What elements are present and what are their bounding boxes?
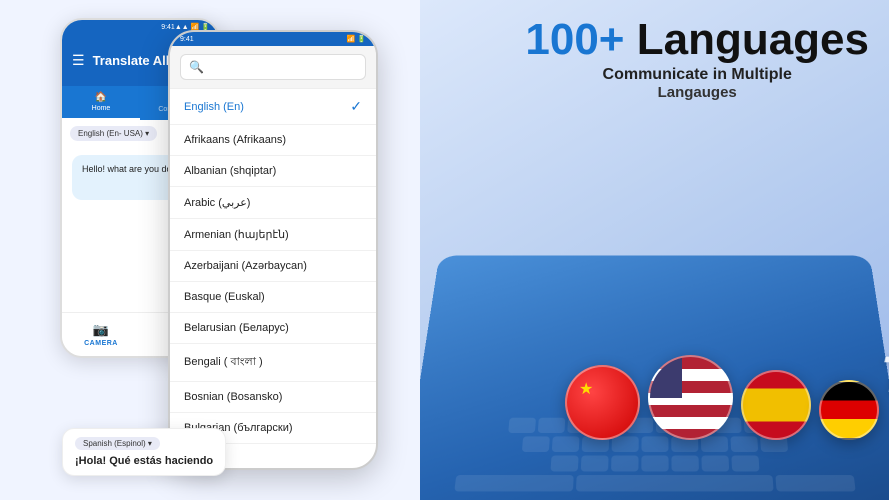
lang-name-afrikaans: Afrikaans (Afrikaans) <box>184 134 286 146</box>
translation-bubble: Spanish (Espinol) ▾ ¡Hola! Qué estás hac… <box>62 428 226 476</box>
lang-name-belarusian: Belarusian (Беларус) <box>184 322 289 334</box>
search-box[interactable]: 🔍 <box>180 54 366 80</box>
lang-select-back[interactable]: English (En- USA) ▾ <box>70 126 157 141</box>
translation-text: ¡Hola! Qué estás haciendo <box>75 455 213 467</box>
home-icon: 🏠 <box>95 92 107 103</box>
signal-front: 📶 🔋 <box>347 35 366 43</box>
translate-word: Translate <box>879 346 889 405</box>
app-title-back: Translate All <box>93 53 170 68</box>
lang-item-bosnian[interactable]: Bosnian (Bosansko) <box>170 382 376 413</box>
camera-button[interactable]: 📷 CAMERA <box>62 322 140 347</box>
lang-name-armenian: Armenian (հայերէն) <box>184 228 289 241</box>
lang-item-armenian[interactable]: Armenian (հայերէն) <box>170 219 376 251</box>
time-front: 9:41 <box>180 36 194 43</box>
translation-lang-select[interactable]: Spanish (Espinol) ▾ <box>75 437 160 450</box>
headline: 100+ Languages Communicate in Multiple L… <box>525 18 869 101</box>
lang-name-arabic: Arabic (عربي) <box>184 196 250 209</box>
headline-number: 100+ <box>525 15 624 64</box>
lang-item-azerbaijani[interactable]: Azerbaijani (Azərbaycan) <box>170 251 376 282</box>
check-icon-english: ✓ <box>350 98 362 115</box>
lang-name-bosnian: Bosnian (Bosansko) <box>184 391 282 403</box>
lang-item-english[interactable]: English (En) ✓ <box>170 89 376 125</box>
lang-item-albanian[interactable]: Albanian (shqiptar) <box>170 156 376 187</box>
headline-sub1: Communicate in Multiple <box>525 66 869 84</box>
lang-item-basque[interactable]: Basque (Euskal) <box>170 282 376 313</box>
headline-sub2: Langauges <box>525 84 869 101</box>
flag-usa <box>648 355 733 440</box>
camera-icon: 📷 <box>93 322 109 338</box>
language-list[interactable]: English (En) ✓ Afrikaans (Afrikaans) Alb… <box>170 89 376 470</box>
lang-name-bengali: Bengali ( বাংলা ) <box>184 353 263 372</box>
right-panel: Translate 100+ Languages Communicate in … <box>420 0 889 500</box>
search-area: 🔍 <box>170 46 376 89</box>
status-bar-front: 9:41 📶 🔋 <box>170 32 376 46</box>
phone-front: 9:41 📶 🔋 🔍 English (En) ✓ Afrikaans (Afr… <box>168 30 378 470</box>
lang-item-arabic[interactable]: Arabic (عربي) <box>170 187 376 219</box>
lang-name-basque: Basque (Euskal) <box>184 291 265 303</box>
flag-china <box>565 365 640 440</box>
lang-item-afrikaans[interactable]: Afrikaans (Afrikaans) <box>170 125 376 156</box>
headline-label: Languages <box>637 15 869 64</box>
time-back: 9:41 <box>161 24 175 31</box>
lang-item-bengali[interactable]: Bengali ( বাংলা ) <box>170 344 376 382</box>
flag-balls-container <box>565 355 879 440</box>
lang-name-english: English (En) <box>184 101 244 113</box>
search-icon: 🔍 <box>189 60 204 74</box>
tab-home-label: Home <box>92 105 111 112</box>
left-panel: 9:41 ▲▲ 📶 🔋 ☰ Translate All 🏠 Home 🎤 Con… <box>0 0 420 500</box>
headline-main: 100+ Languages <box>525 18 869 62</box>
flag-germany <box>819 380 879 440</box>
camera-label: CAMERA <box>84 340 118 347</box>
translation-lang-bar: Spanish (Espinol) ▾ <box>75 437 213 450</box>
lang-name-azerbaijani: Azerbaijani (Azərbaycan) <box>184 260 307 272</box>
flag-spain <box>741 370 811 440</box>
lang-name-albanian: Albanian (shqiptar) <box>184 165 276 177</box>
tab-home[interactable]: 🏠 Home <box>62 86 140 120</box>
lang-item-belarusian[interactable]: Belarusian (Беларус) <box>170 313 376 344</box>
hamburger-icon[interactable]: ☰ <box>72 52 85 69</box>
